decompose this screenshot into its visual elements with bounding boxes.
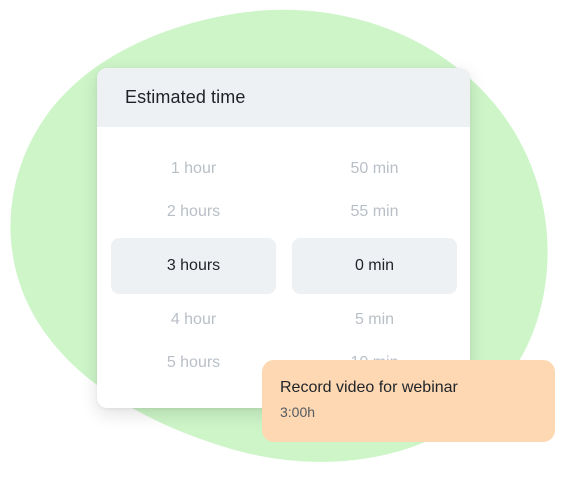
illustration-stage: Estimated time 1 hour 2 hours 3 hours 4 … <box>0 0 567 477</box>
minutes-option[interactable]: 55 min <box>292 184 457 240</box>
hours-option[interactable]: 2 hours <box>111 184 276 240</box>
hours-option-selected[interactable]: 3 hours <box>111 238 276 294</box>
hours-option[interactable]: 5 hours <box>111 335 276 391</box>
picker-title: Estimated time <box>125 87 246 107</box>
task-title: Record video for webinar <box>280 379 458 396</box>
estimated-time-picker: Estimated time 1 hour 2 hours 3 hours 4 … <box>97 68 470 408</box>
task-card[interactable]: Record video for webinar 3:00h <box>262 360 555 442</box>
picker-header: Estimated time <box>97 68 470 127</box>
hours-column[interactable]: 1 hour 2 hours 3 hours 4 hour 5 hours <box>111 127 276 408</box>
task-duration: 3:00h <box>280 404 316 420</box>
minutes-option-selected[interactable]: 0 min <box>292 238 457 294</box>
